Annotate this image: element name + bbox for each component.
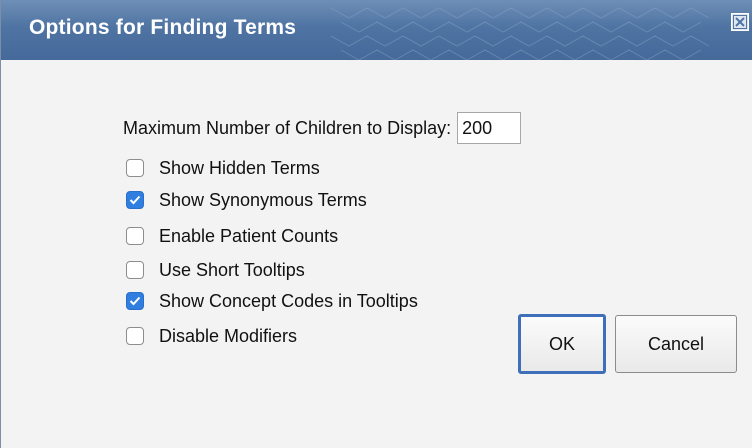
max-children-row: Maximum Number of Children to Display: bbox=[123, 112, 522, 144]
checkmark-icon bbox=[129, 296, 141, 306]
max-children-label: Maximum Number of Children to Display: bbox=[123, 117, 452, 138]
options-dialog: Options for Finding Terms Maximum Number… bbox=[0, 0, 752, 448]
show-concept-codes-checkbox[interactable] bbox=[126, 292, 144, 310]
enable-patient-counts-checkbox[interactable] bbox=[126, 227, 144, 245]
show-concept-codes-label: Show Concept Codes in Tooltips bbox=[159, 290, 418, 311]
disable-modifiers-checkbox[interactable] bbox=[126, 327, 144, 345]
max-children-input[interactable] bbox=[457, 112, 522, 144]
option-use-short-tooltips[interactable]: Use Short Tooltips bbox=[126, 258, 305, 282]
show-hidden-terms-label: Show Hidden Terms bbox=[159, 157, 320, 178]
use-short-tooltips-checkbox[interactable] bbox=[126, 261, 144, 279]
checkmark-icon bbox=[129, 195, 141, 205]
close-button[interactable] bbox=[731, 13, 749, 31]
close-icon bbox=[733, 15, 747, 29]
dialog-content: Maximum Number of Children to Display: S… bbox=[1, 60, 752, 448]
ok-button[interactable]: OK bbox=[518, 314, 606, 374]
use-short-tooltips-label: Use Short Tooltips bbox=[159, 259, 305, 280]
cancel-button[interactable]: Cancel bbox=[615, 315, 737, 373]
option-show-hidden-terms[interactable]: Show Hidden Terms bbox=[126, 156, 320, 180]
option-show-synonymous-terms[interactable]: Show Synonymous Terms bbox=[126, 188, 367, 212]
option-show-concept-codes[interactable]: Show Concept Codes in Tooltips bbox=[126, 289, 418, 313]
show-hidden-terms-checkbox[interactable] bbox=[126, 159, 144, 177]
dialog-title: Options for Finding Terms bbox=[29, 16, 297, 39]
show-synonymous-terms-label: Show Synonymous Terms bbox=[159, 189, 367, 210]
option-enable-patient-counts[interactable]: Enable Patient Counts bbox=[126, 224, 338, 248]
option-disable-modifiers[interactable]: Disable Modifiers bbox=[126, 324, 297, 348]
enable-patient-counts-label: Enable Patient Counts bbox=[159, 225, 339, 246]
show-synonymous-terms-checkbox[interactable] bbox=[126, 191, 144, 209]
disable-modifiers-label: Disable Modifiers bbox=[159, 325, 298, 346]
dialog-titlebar[interactable]: Options for Finding Terms bbox=[1, 0, 752, 60]
